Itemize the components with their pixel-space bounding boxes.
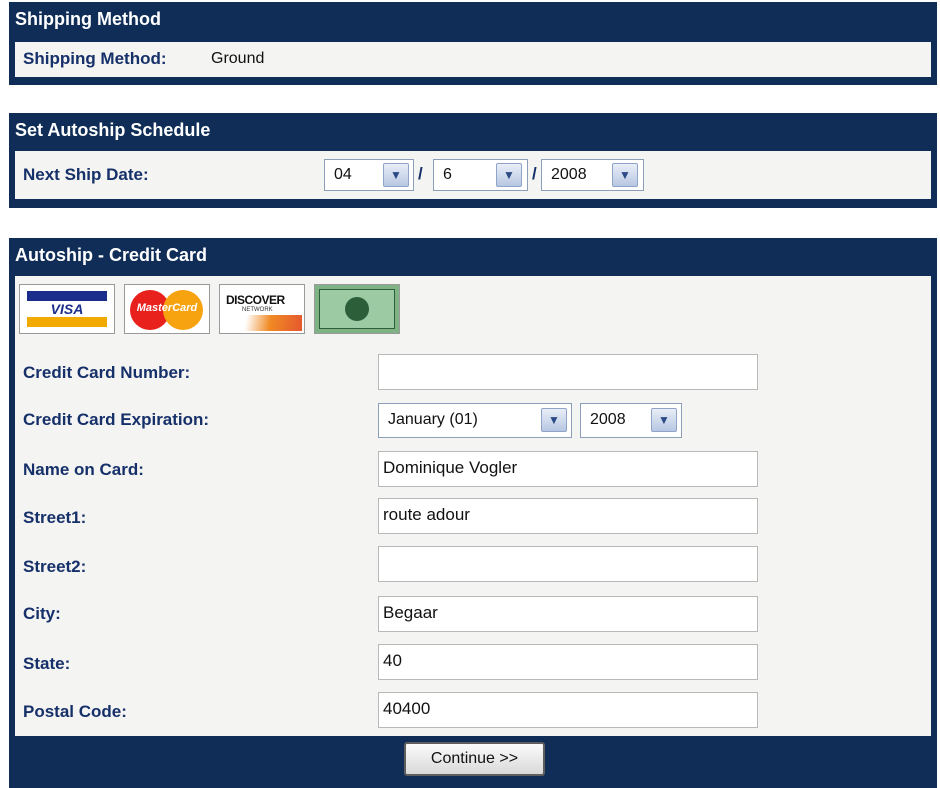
ship-year-value: 2008 [551, 166, 587, 183]
expiration-year-value: 2008 [590, 411, 626, 428]
credit-card-panel: Autoship - Credit Card VISA MasterCard D… [9, 238, 937, 788]
credit-card-body: VISA MasterCard DISCOVER NETWORK Credit … [15, 276, 931, 736]
date-separator: / [532, 164, 537, 183]
expiration-label: Credit Card Expiration: [23, 410, 210, 429]
chevron-down-icon[interactable]: ▼ [651, 408, 677, 432]
city-label: City: [23, 604, 61, 623]
visa-text: VISA [27, 301, 107, 317]
autoship-schedule-panel: Set Autoship Schedule Next Ship Date: 04… [9, 113, 937, 208]
state-input[interactable]: 40 [378, 644, 758, 680]
american-express-logo [314, 284, 400, 334]
autoship-schedule-title: Set Autoship Schedule [15, 120, 211, 140]
ship-day-value: 6 [443, 166, 452, 183]
chevron-down-icon[interactable]: ▼ [383, 163, 409, 187]
postal-code-input[interactable]: 40400 [378, 692, 758, 728]
street2-input[interactable] [378, 546, 758, 582]
card-number-label: Credit Card Number: [23, 363, 191, 382]
date-separator: / [418, 164, 423, 183]
postal-code-label: Postal Code: [23, 702, 127, 721]
ship-month-select[interactable]: 04 ▼ [324, 159, 414, 191]
credit-card-title: Autoship - Credit Card [15, 245, 207, 265]
mastercard-logo: MasterCard [124, 284, 210, 334]
shipping-method-title: Shipping Method [15, 9, 161, 29]
city-input[interactable]: Begaar [378, 596, 758, 632]
continue-button[interactable]: Continue >> [404, 742, 545, 776]
card-number-input[interactable] [378, 354, 758, 390]
form-footer: Continue >> [9, 736, 937, 788]
visa-logo: VISA [19, 284, 115, 334]
discover-text: DISCOVER [226, 293, 285, 307]
expiration-month-select[interactable]: January (01) ▼ [378, 403, 572, 438]
discover-logo: DISCOVER NETWORK [219, 284, 305, 334]
ship-month-value: 04 [334, 166, 352, 183]
name-on-card-input[interactable]: Dominique Vogler [378, 451, 758, 487]
shipping-method-body: Shipping Method: Ground [15, 42, 931, 77]
discover-subtext: NETWORK [242, 307, 273, 313]
chevron-down-icon[interactable]: ▼ [496, 163, 522, 187]
card-logos: VISA MasterCard DISCOVER NETWORK [19, 284, 400, 336]
state-label: State: [23, 654, 71, 673]
name-on-card-label: Name on Card: [23, 460, 144, 479]
chevron-down-icon[interactable]: ▼ [541, 408, 567, 432]
street2-label: Street2: [23, 557, 87, 576]
street1-input[interactable]: route adour [378, 498, 758, 534]
ship-year-select[interactable]: 2008 ▼ [541, 159, 644, 191]
next-ship-date-label: Next Ship Date: [23, 165, 149, 184]
shipping-method-value: Ground [211, 50, 265, 67]
expiration-year-select[interactable]: 2008 ▼ [580, 403, 682, 438]
chevron-down-icon[interactable]: ▼ [612, 163, 638, 187]
shipping-method-panel: Shipping Method Shipping Method: Ground [9, 2, 937, 85]
ship-day-select[interactable]: 6 ▼ [433, 159, 528, 191]
expiration-month-value: January (01) [388, 411, 478, 428]
shipping-method-label: Shipping Method: [23, 49, 167, 68]
mastercard-text: MasterCard [136, 302, 198, 314]
street1-label: Street1: [23, 508, 87, 527]
autoship-schedule-body: Next Ship Date: 04 ▼ / 6 ▼ / 2008 ▼ [15, 151, 931, 199]
